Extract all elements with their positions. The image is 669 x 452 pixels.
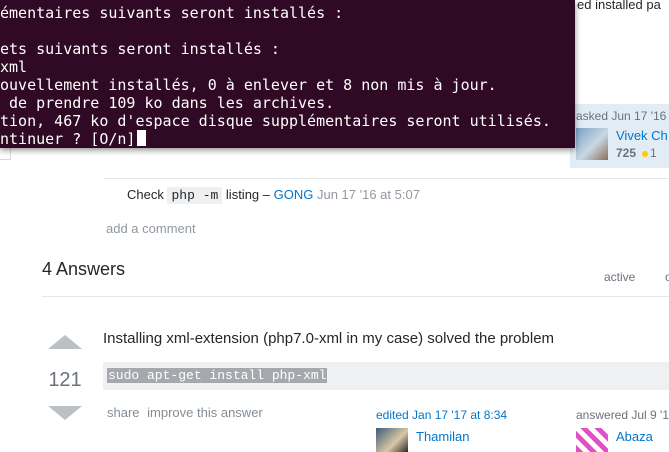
- answer-body: Installing xml-extension (php7.0-xml in …: [103, 330, 555, 347]
- answerer-name-link[interactable]: Abaza: [616, 429, 653, 444]
- terminal-line: ouvellement installés, 0 à enlever et 8 …: [0, 76, 497, 94]
- sort-tab-active[interactable]: active: [604, 270, 635, 284]
- improve-answer-link[interactable]: improve this answer: [147, 405, 263, 420]
- asker-name-link[interactable]: Vivek Ch: [616, 128, 668, 143]
- answerer-avatar[interactable]: [576, 428, 608, 452]
- terminal-prompt: ntinuer ? [O/n]: [0, 130, 136, 148]
- vote-down-icon[interactable]: [48, 406, 82, 420]
- edited-date-link[interactable]: edited Jan 17 '17 at 8:34: [376, 408, 507, 422]
- asker-avatar[interactable]: [576, 128, 608, 160]
- terminal-line: ets suivants seront installés :: [0, 40, 280, 58]
- post-menu: share improve this answer: [107, 405, 267, 420]
- comment-date-link[interactable]: Jun 17 '16 at 5:07: [317, 187, 420, 202]
- terminal-line: xml: [0, 58, 28, 76]
- sort-tab-oldest[interactable]: o: [665, 270, 669, 284]
- terminal-line: émentaires suivants seront installés :: [0, 4, 344, 22]
- badge-count: 1: [650, 146, 657, 160]
- comment-user-link[interactable]: GONG: [274, 187, 314, 202]
- asker-reputation: 725 1: [616, 146, 657, 160]
- question-text-fragment: ed installed pa: [577, 0, 661, 12]
- asked-date: asked Jun 17 '16: [576, 109, 667, 123]
- comment-prefix: Check: [127, 187, 164, 202]
- comment: Check php -m listing – GONG Jun 17 '16 a…: [127, 187, 420, 204]
- code-selected-text[interactable]: sudo apt-get install php-xml: [107, 368, 328, 383]
- reputation-score: 725: [616, 146, 637, 160]
- vote-up-icon[interactable]: [48, 335, 82, 349]
- terminal-window[interactable]: émentaires suivants seront installés : e…: [0, 0, 575, 148]
- answered-date: answered Jul 9 '1: [576, 408, 669, 422]
- vote-count: 121: [48, 369, 82, 391]
- comment-code: php -m: [167, 187, 223, 204]
- terminal-prompt-line[interactable]: ntinuer ? [O/n]: [0, 130, 147, 148]
- share-link[interactable]: share: [107, 405, 140, 420]
- add-comment-link[interactable]: add a comment: [106, 221, 196, 236]
- comment-divider: [104, 178, 669, 179]
- terminal-cursor: [137, 130, 147, 146]
- terminal-line: de prendre 109 ko dans les archives.: [0, 94, 335, 112]
- answers-divider: [42, 296, 669, 297]
- editor-avatar[interactable]: [376, 428, 408, 452]
- answers-heading: 4 Answers: [42, 259, 126, 279]
- comment-suffix: listing –: [225, 187, 270, 202]
- terminal-line: tion, 467 ko d'espace disque supplémenta…: [0, 112, 551, 130]
- bronze-badge-icon: [642, 150, 649, 157]
- editor-name-link[interactable]: Thamilan: [416, 429, 469, 444]
